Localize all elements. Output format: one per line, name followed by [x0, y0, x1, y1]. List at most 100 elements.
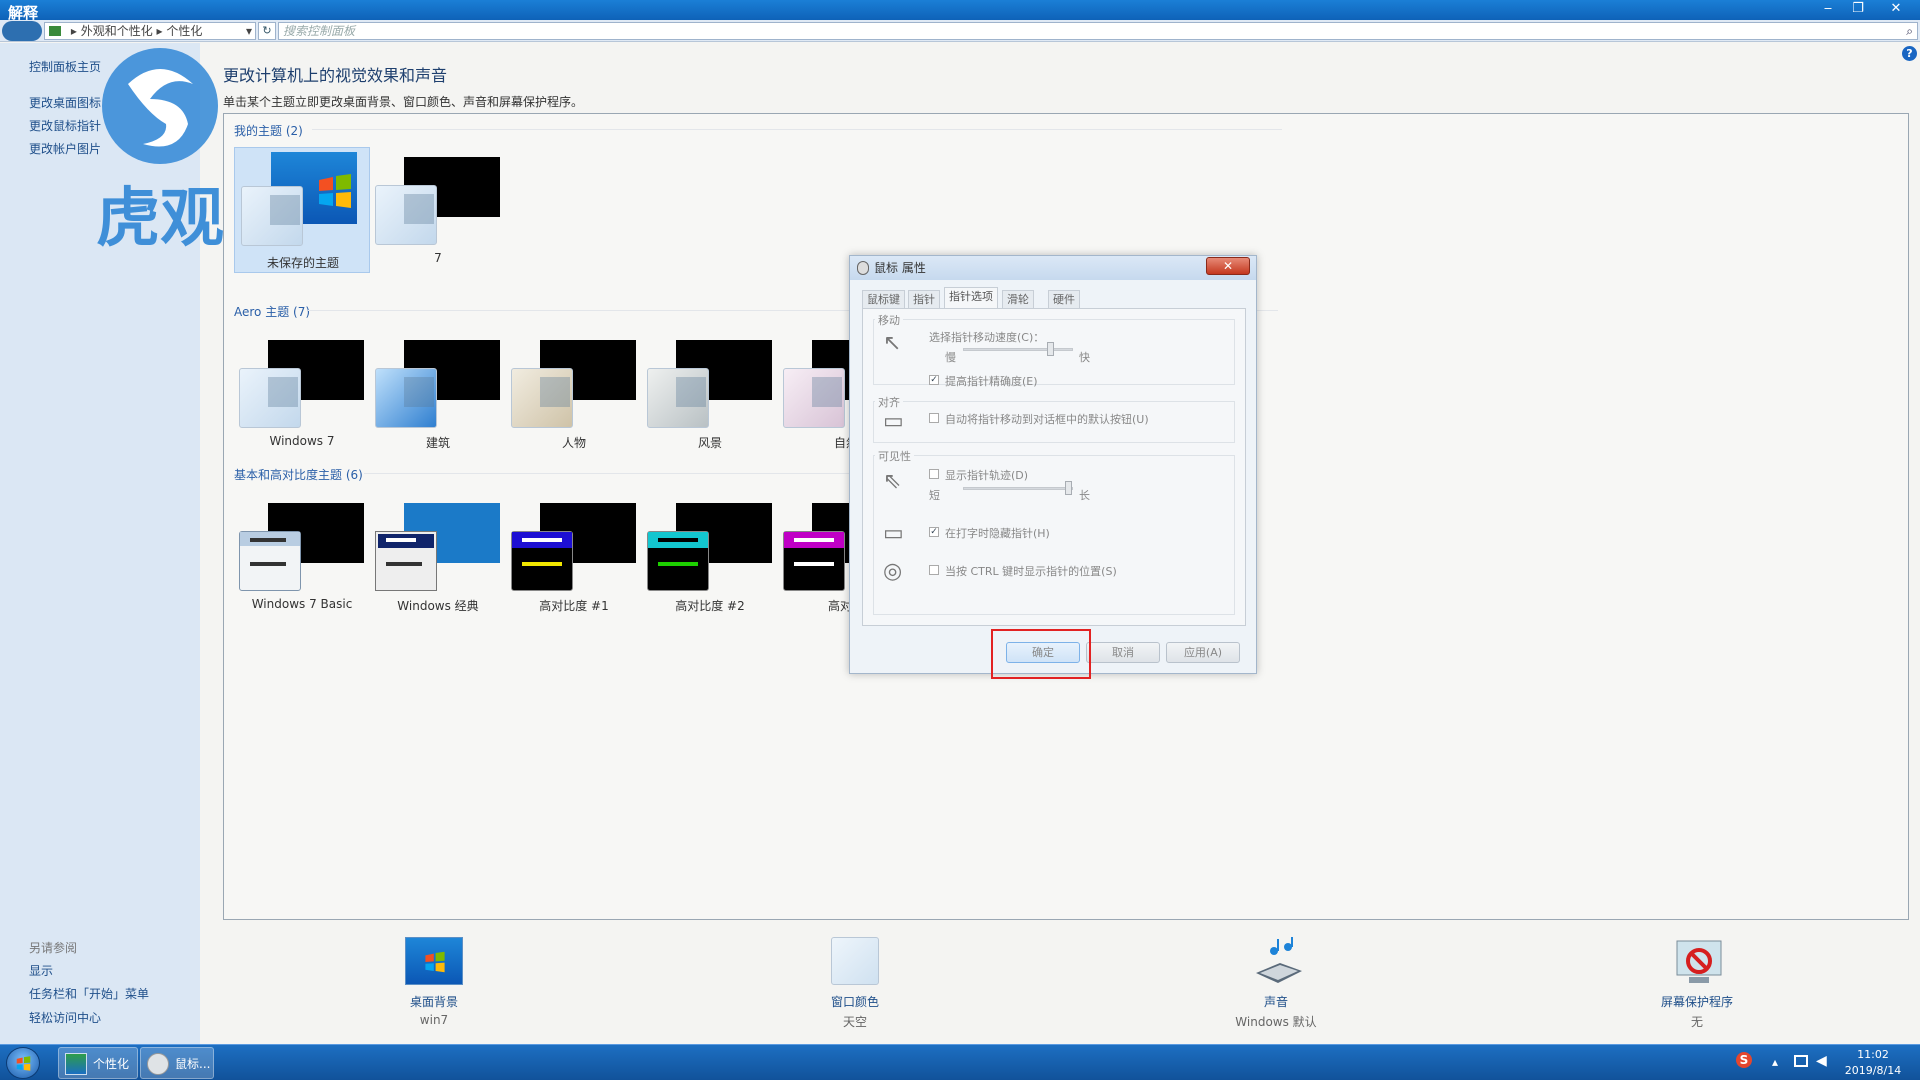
setting-value: 无 [1690, 1015, 1703, 1029]
taskbar-item-label: 鼠标... [175, 1057, 211, 1071]
dialog-close-button[interactable]: ✕ [1206, 257, 1250, 275]
pointer-trails-label: 显示指针轨迹(D) [945, 469, 1029, 482]
theme-label: 高对比 [827, 599, 850, 613]
breadcrumb-separator: ▸ [156, 24, 163, 38]
network-icon[interactable] [1794, 1055, 1808, 1067]
hide-while-typing-checkbox[interactable]: ✓ [929, 527, 939, 537]
precision-checkbox[interactable]: ✓ [929, 375, 939, 385]
fast-label: 快 [1079, 351, 1090, 364]
hide-while-typing-label: 在打字时隐藏指针(H) [945, 527, 1050, 540]
snap-to-icon: ▭ [883, 409, 904, 434]
tab-hardware[interactable]: 硬件 [1048, 290, 1080, 308]
help-icon[interactable]: ? [1902, 46, 1917, 61]
theme-window-preview [647, 531, 709, 591]
close-window-button[interactable]: ✕ [1880, 0, 1912, 18]
watermark-text: 虎观 [96, 182, 224, 254]
pointer-trails-checkbox[interactable] [929, 469, 939, 479]
taskbar-start-menu-link[interactable]: 任务栏和「开始」菜单 [29, 985, 149, 1002]
setting-title[interactable]: 声音 [1196, 993, 1356, 1010]
volume-icon[interactable]: ◀ [1816, 1053, 1827, 1069]
chevron-down-icon[interactable]: ▾ [246, 23, 252, 39]
pointer-options-page: 移动 ↖ 选择指针移动速度(C)： 慢 快 ✓ 提高指针精确度(E) 对齐 ▭ … [862, 308, 1246, 626]
theme-tile-characters[interactable]: 人物 [506, 330, 642, 456]
theme-label: 7 [434, 251, 442, 265]
breadcrumb[interactable]: ▸ 外观和个性化 ▸ 个性化 ▾ [44, 22, 256, 40]
theme-window-preview [783, 531, 845, 591]
tab-pointer-options[interactable]: 指针选项 [944, 287, 998, 308]
snap-group-title: 对齐 [875, 394, 903, 410]
apply-button[interactable]: 应用(A) [1166, 642, 1240, 663]
hide-while-typing-icon: ▭ [883, 521, 904, 546]
taskbar: 个性化 鼠标... S ▴ ◀ 11:02 2019/8/14 [0, 1044, 1920, 1080]
restore-button[interactable]: ❐ [1842, 0, 1874, 18]
page-title: 更改计算机上的视觉效果和声音 [223, 66, 448, 85]
minimize-button[interactable]: ‒ [1812, 0, 1844, 18]
setting-value: 天空 [842, 1015, 867, 1029]
pointer-speed-thumb[interactable] [1047, 342, 1054, 356]
breadcrumb-personalization[interactable]: 个性化 [166, 24, 202, 38]
pointer-trails-icon: ⇖ [883, 469, 902, 494]
ease-of-access-link[interactable]: 轻松访问中心 [29, 1009, 101, 1026]
slow-label: 慢 [945, 351, 956, 364]
input-method-icon[interactable]: S [1736, 1052, 1752, 1068]
tab-wheel[interactable]: 滑轮 [1002, 290, 1034, 308]
search-icon[interactable]: ⌕ [1906, 23, 1913, 39]
breadcrumb-separator: ▸ [70, 24, 77, 38]
theme-tile-landscapes[interactable]: 风景 [642, 330, 778, 456]
refresh-button[interactable]: ↻ [258, 22, 276, 40]
theme-tile-high-contrast-2[interactable]: 高对比度 #2 [642, 493, 778, 619]
pointer-speed-slider[interactable] [963, 348, 1073, 351]
breadcrumb-appearance[interactable]: 外观和个性化 [81, 24, 153, 38]
tab-buttons[interactable]: 鼠标键 [862, 290, 905, 308]
back-forward-buttons[interactable] [2, 21, 42, 41]
my-themes-heading: 我的主题 (2) [234, 124, 303, 138]
theme-label: 高对比度 #1 [539, 599, 609, 613]
screen-saver-setting[interactable]: 屏幕保护程序 无 [1617, 937, 1777, 1037]
setting-title[interactable]: 桌面背景 [354, 993, 514, 1010]
mouse-icon [857, 261, 869, 275]
snap-to-checkbox[interactable] [929, 413, 939, 423]
cancel-button[interactable]: 取消 [1086, 642, 1160, 663]
setting-title[interactable]: 窗口颜色 [775, 993, 935, 1010]
motion-group-title: 移动 [875, 312, 903, 328]
visibility-group-title: 可见性 [875, 448, 914, 464]
theme-tile-windows7-basic[interactable]: Windows 7 Basic [234, 493, 370, 619]
trail-length-thumb[interactable] [1065, 481, 1072, 495]
windows-logo-icon [16, 1056, 31, 1071]
long-label: 长 [1079, 489, 1090, 502]
show-location-checkbox[interactable] [929, 565, 939, 575]
start-button[interactable] [6, 1047, 40, 1079]
theme-tile-windows-classic[interactable]: Windows 经典 [370, 493, 506, 619]
theme-window-preview [783, 368, 845, 428]
desktop-background-icon [405, 937, 463, 985]
theme-label: Windows 7 [269, 434, 335, 448]
control-panel-icon [49, 26, 61, 36]
desktop-background-setting[interactable]: 桌面背景 win7 [354, 937, 514, 1037]
display-link[interactable]: 显示 [29, 962, 53, 979]
aero-themes-heading: Aero 主题 (7) [234, 305, 311, 319]
theme-tile-unsaved[interactable]: 未保存的主题 [234, 147, 370, 273]
window-color-setting[interactable]: 窗口颜色 天空 [775, 937, 935, 1037]
theme-window-preview [239, 531, 301, 591]
taskbar-mouse[interactable]: 鼠标... [140, 1047, 214, 1079]
theme-label: 高对比度 #2 [675, 599, 745, 613]
show-hidden-icons-button[interactable]: ▴ [1772, 1055, 1778, 1069]
taskbar-personalization[interactable]: 个性化 [58, 1047, 138, 1079]
theme-tile-nature[interactable]: 自然 [778, 330, 850, 456]
theme-tile-high-contrast-1[interactable]: 高对比度 #1 [506, 493, 642, 619]
theme-tile-architecture[interactable]: 建筑 [370, 330, 506, 456]
search-placeholder: 搜索控制面板 [283, 24, 356, 38]
theme-window-preview [375, 185, 437, 245]
theme-label: 人物 [561, 436, 586, 450]
trail-length-slider[interactable] [963, 487, 1073, 490]
theme-tile-windows7[interactable]: Windows 7 [234, 330, 370, 456]
taskbar-clock[interactable]: 11:02 2019/8/14 [1834, 1047, 1912, 1079]
theme-window-preview [511, 368, 573, 428]
search-input[interactable]: 搜索控制面板 ⌕ [278, 22, 1918, 40]
sounds-setting[interactable]: 声音 Windows 默认 [1196, 937, 1356, 1037]
theme-tile-7[interactable]: 7 [370, 147, 506, 273]
setting-title[interactable]: 屏幕保护程序 [1617, 993, 1777, 1010]
tab-pointers[interactable]: 指针 [908, 290, 940, 308]
theme-window-preview [375, 368, 437, 428]
theme-tile-high-contrast-black[interactable]: 高对比 [778, 493, 850, 619]
